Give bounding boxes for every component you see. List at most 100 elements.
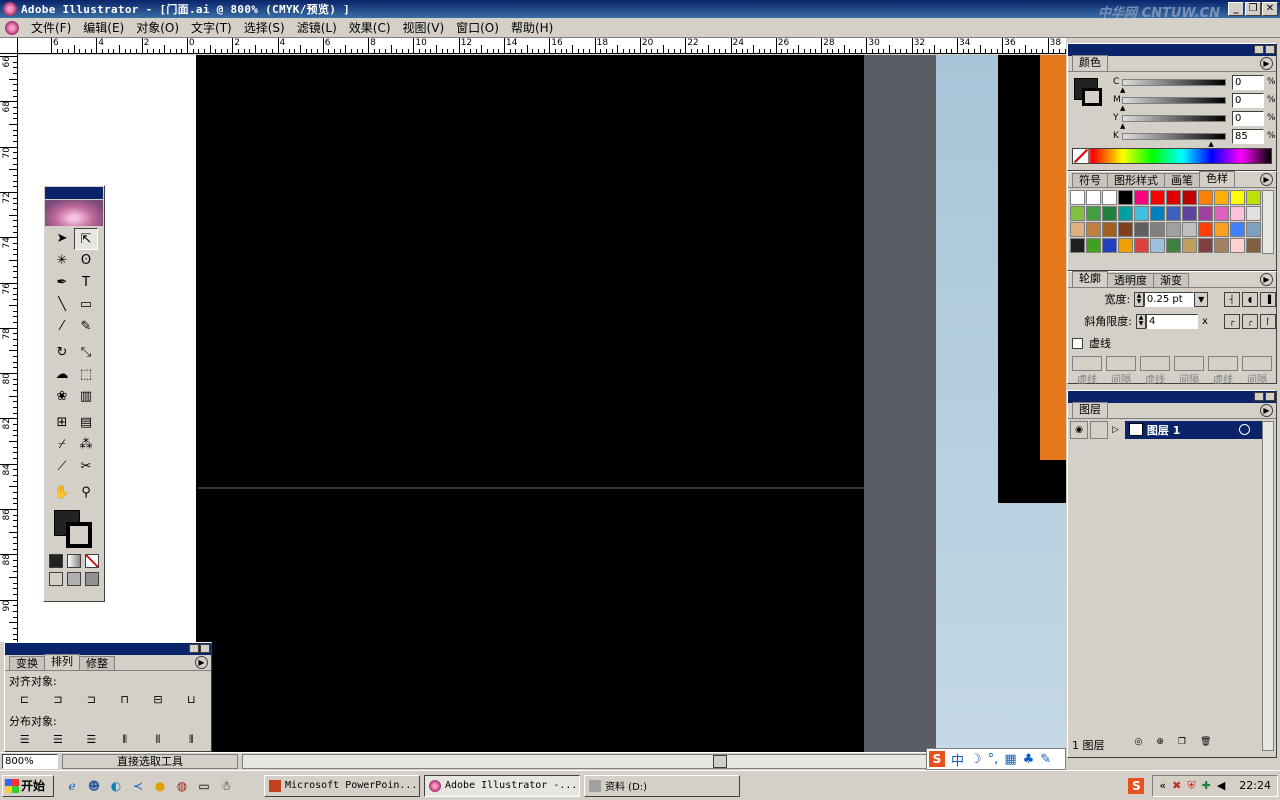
color-swatch[interactable] [1214, 222, 1229, 237]
menu-edit[interactable]: 编辑(E) [77, 19, 130, 36]
color-swatch[interactable] [1118, 206, 1133, 221]
slider-triangle-icon[interactable]: ▲ [1208, 140, 1213, 148]
color-swatch[interactable] [1118, 222, 1133, 237]
scale-tool[interactable]: ⤡ [74, 342, 98, 364]
full-screen-menu-mode-button[interactable] [67, 572, 81, 586]
miter-limit-input[interactable]: 4 [1146, 313, 1198, 329]
bevel-join-button[interactable]: ⌈ [1259, 313, 1276, 329]
align-option-icon[interactable]: ⊐ [46, 691, 69, 709]
align-option-icon[interactable]: ⊏ [13, 691, 36, 709]
pen-tool[interactable]: ✒ [50, 272, 74, 294]
color-swatch[interactable] [1070, 238, 1085, 253]
blend-tool[interactable]: ⁂ [74, 434, 98, 456]
color-swatch[interactable] [1230, 190, 1245, 205]
layer-target-icon[interactable] [1239, 424, 1250, 435]
warp-tool[interactable]: ☁ [50, 364, 74, 386]
hand-tool[interactable]: ✋ [50, 482, 74, 504]
new-sublayer-icon[interactable]: ⊕ [1156, 737, 1164, 753]
none-swatch[interactable] [1070, 190, 1085, 205]
black-rectangle-art[interactable] [196, 55, 864, 752]
align-option-icon[interactable]: ⊔ [180, 691, 203, 709]
round-cap-button[interactable]: ◖ [1241, 291, 1258, 307]
media-icon[interactable]: ◍ [174, 778, 190, 794]
color-swatch[interactable] [1134, 190, 1149, 205]
current-tool-status[interactable]: 直接选取工具 [62, 754, 238, 769]
mesh-tool[interactable]: ⊞ [50, 412, 74, 434]
panel-menu-icon[interactable]: ▶ [1260, 57, 1273, 70]
menu-view[interactable]: 视图(V) [397, 19, 451, 36]
color-swatch[interactable] [1182, 190, 1197, 205]
tab-stroke[interactable]: 轮廓 [1072, 271, 1108, 287]
color-swatch[interactable] [1246, 238, 1261, 253]
start-button[interactable]: 开始 [2, 774, 54, 797]
download-icon[interactable]: ✚ [1202, 779, 1211, 792]
tab-transparency[interactable]: 透明度 [1107, 273, 1154, 287]
color-swatch[interactable] [1182, 222, 1197, 237]
visibility-eye-icon[interactable]: ◉ [1070, 421, 1088, 439]
menu-filter[interactable]: 滤镜(L) [291, 19, 343, 36]
gap-field[interactable] [1174, 356, 1204, 371]
distribute-option-icon[interactable]: ☰ [13, 731, 36, 749]
rotate-tool[interactable]: ↻ [50, 342, 74, 364]
scissors-tool[interactable]: ✂ [74, 456, 98, 478]
align-option-icon[interactable]: ⊟ [146, 691, 169, 709]
channel-value-input[interactable]: 0 [1232, 75, 1264, 90]
color-swatch[interactable] [1166, 222, 1181, 237]
channel-slider[interactable] [1122, 79, 1226, 86]
gap-field[interactable] [1106, 356, 1136, 371]
line-tool[interactable]: ╲ [50, 294, 74, 316]
color-spectrum-bar[interactable] [1072, 148, 1272, 164]
restore-button[interactable]: ❐ [1245, 2, 1261, 16]
color-swatch[interactable] [1230, 238, 1245, 253]
color-swatch[interactable] [1086, 238, 1101, 253]
panel-menu-icon[interactable]: ▶ [1260, 404, 1273, 417]
ie-icon[interactable]: ℯ [64, 778, 80, 794]
full-screen-mode-button[interactable] [85, 572, 99, 586]
stroke-weight-stepper[interactable]: ▲ ▼ [1134, 291, 1144, 307]
round-join-button[interactable]: ╭ [1241, 313, 1258, 329]
distribute-option-icon[interactable]: ☰ [80, 731, 103, 749]
color-swatch[interactable] [1150, 222, 1165, 237]
tray-expand-icon[interactable]: « [1159, 779, 1166, 792]
taskbar-item-folder[interactable]: 资料 (D:) [584, 774, 740, 797]
tab-graphic-styles[interactable]: 图形样式 [1107, 173, 1165, 187]
channel-slider[interactable] [1122, 115, 1226, 122]
square-cap-button[interactable]: ▐ [1259, 291, 1276, 307]
color-swatch[interactable] [1214, 190, 1229, 205]
color-swatch[interactable] [1102, 222, 1117, 237]
eyedropper-tool[interactable]: ⌿ [50, 434, 74, 456]
panel-close-button[interactable] [1265, 392, 1275, 401]
illustrator-app-icon[interactable] [3, 2, 17, 16]
taskbar-item-illustrator[interactable]: Adobe Illustrator -... [424, 774, 580, 797]
channel-slider[interactable] [1122, 97, 1226, 104]
color-swatch[interactable] [1230, 222, 1245, 237]
tab-layers[interactable]: 图层 [1072, 402, 1108, 418]
make-clipping-mask-icon[interactable]: ◎ [1135, 737, 1143, 753]
horizontal-ruler[interactable]: 6 4 2 0 2 4 6 8 10 12 14 16 18 20 22 24 26 28 30 32 34 36 38 [18, 38, 1066, 54]
lasso-tool[interactable]: ʘ [74, 250, 98, 272]
tab-transform[interactable]: 变换 [9, 656, 45, 670]
color-swatch[interactable] [1102, 190, 1117, 205]
ime-tools-icon[interactable]: ✎ [1040, 752, 1051, 767]
slice-tool[interactable]: ⟋ [50, 456, 74, 478]
new-layer-icon[interactable]: ❐ [1178, 737, 1186, 753]
color-swatch[interactable] [1134, 238, 1149, 253]
qq-game-icon[interactable]: ● [152, 778, 168, 794]
expand-arrow-icon[interactable]: ▷ [1112, 425, 1119, 435]
menu-type[interactable]: 文字(T) [185, 19, 238, 36]
fill-stroke-control[interactable] [52, 506, 104, 550]
chinese-mode-icon[interactable]: 中 [951, 750, 964, 769]
layer-row[interactable]: ◉ ▷ 图层 1 [1070, 421, 1262, 439]
color-swatch[interactable] [1102, 238, 1117, 253]
symbol-sprayer-tool[interactable]: ❀ [50, 386, 74, 408]
stroke-weight-dropdown[interactable]: ▼ [1194, 291, 1208, 307]
graph-tool[interactable]: ▥ [74, 386, 98, 408]
menu-file[interactable]: 文件(F) [25, 19, 77, 36]
desktop-icon[interactable]: ▭ [196, 778, 212, 794]
tab-color[interactable]: 颜色 [1072, 55, 1108, 71]
paintbrush-tool[interactable]: ⁄ [50, 316, 74, 338]
taskbar-item-powerpoint[interactable]: Microsoft PowerPoin... [264, 774, 420, 797]
color-swatch[interactable] [1182, 238, 1197, 253]
dashed-line-checkbox[interactable] [1072, 337, 1083, 349]
zoom-tool[interactable]: ⚲ [74, 482, 98, 504]
